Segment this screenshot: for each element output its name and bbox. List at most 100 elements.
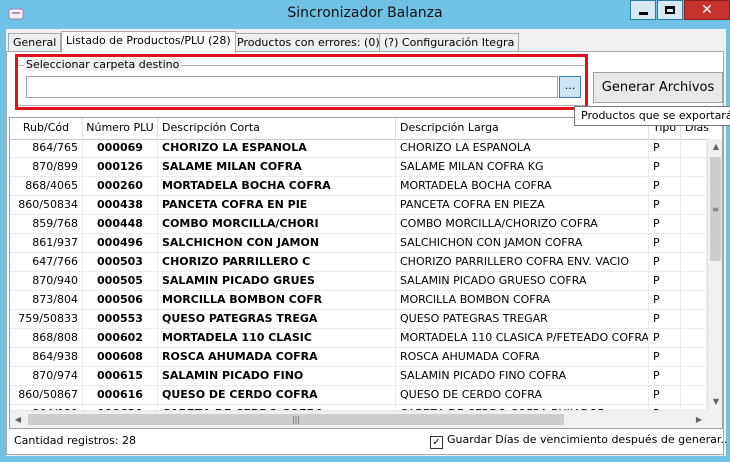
cell-tipo[interactable]: P <box>649 367 681 385</box>
generate-files-button[interactable]: Generar Archivos <box>593 72 723 103</box>
column-header-desc-corta[interactable]: Descripción Corta <box>158 118 396 139</box>
cell-tipo[interactable]: P <box>649 234 681 252</box>
tab-configuracion-itegra[interactable]: (?) Configuración Itegra <box>379 33 520 51</box>
scroll-down-icon[interactable]: ▼ <box>708 394 722 410</box>
cell-plu[interactable]: 000553 <box>83 310 158 328</box>
cell-desc-corta[interactable]: SALAMIN PICADO GRUES <box>158 272 396 290</box>
title-bar[interactable]: Sincronizador Balanza ✕ <box>0 0 730 28</box>
cell-dias[interactable] <box>681 196 707 214</box>
cell-dias[interactable] <box>681 253 707 271</box>
cell-rub[interactable]: 860/50834 <box>10 196 83 214</box>
tab-productos-errores[interactable]: Productos con errores: (0) <box>232 33 385 51</box>
table-row[interactable]: 870/899 000126 SALAME MILAN COFRA SALAME MI… <box>10 158 707 177</box>
cell-dias[interactable] <box>681 139 707 157</box>
scroll-up-icon[interactable]: ▲ <box>708 139 722 155</box>
cell-dias[interactable] <box>681 367 707 385</box>
cell-plu[interactable]: 000448 <box>83 215 158 233</box>
cell-desc-larga[interactable]: QUESO DE CERDO COFRA <box>396 386 649 404</box>
cell-desc-larga[interactable]: QUESO PATEGRAS TREGAR <box>396 310 649 328</box>
tab-general[interactable]: General <box>8 33 62 51</box>
cell-desc-corta[interactable]: SALCHICHON CON JAMON <box>158 234 396 252</box>
maximize-button[interactable] <box>657 0 683 20</box>
cell-desc-corta[interactable]: CHORIZO LA ESPANOLA <box>158 139 396 157</box>
cell-desc-larga[interactable]: SALAME MILAN COFRA KG <box>396 158 649 176</box>
vertical-scrollbar[interactable]: ▲ ≡ ▼ <box>707 139 722 410</box>
cell-tipo[interactable]: P <box>649 253 681 271</box>
table-row[interactable]: 860/50834 000438 PANCETA COFRA EN PIE PANCE… <box>10 196 707 215</box>
cell-desc-corta[interactable]: QUESO PATEGRAS TREGA <box>158 310 396 328</box>
table-row[interactable]: 868/808 000602 MORTADELA 110 CLASIC MORTADE… <box>10 329 707 348</box>
cell-tipo[interactable]: P <box>649 177 681 195</box>
table-row[interactable]: 647/766 000503 CHORIZO PARRILLERO C CHORIZO… <box>10 253 707 272</box>
minimize-button[interactable] <box>630 0 656 20</box>
cell-rub[interactable]: 870/899 <box>10 158 83 176</box>
cell-dias[interactable] <box>681 272 707 290</box>
cell-rub[interactable]: 859/768 <box>10 215 83 233</box>
cell-dias[interactable] <box>681 310 707 328</box>
cell-desc-corta[interactable]: SALAME MILAN COFRA <box>158 158 396 176</box>
table-row[interactable]: 860/50867 000616 QUESO DE CERDO COFRA QUESO… <box>10 386 707 405</box>
horizontal-scroll-thumb[interactable]: ||| <box>28 414 564 425</box>
cell-rub[interactable]: 647/766 <box>10 253 83 271</box>
destination-path-input[interactable] <box>26 76 558 98</box>
cell-desc-larga[interactable]: MORTADELA 110 CLASICA P/FETEADO COFRA <box>396 329 649 347</box>
cell-tipo[interactable]: P <box>649 348 681 366</box>
cell-dias[interactable] <box>681 348 707 366</box>
cell-desc-corta[interactable]: MORTADELA 110 CLASIC <box>158 329 396 347</box>
cell-desc-larga[interactable]: SALCHICHON CON JAMON COFRA <box>396 234 649 252</box>
table-row[interactable]: 864/938 000608 ROSCA AHUMADA COFRA ROSCA AH… <box>10 348 707 367</box>
cell-plu[interactable]: 000616 <box>83 386 158 404</box>
cell-desc-corta[interactable]: MORCILLA BOMBON COFR <box>158 291 396 309</box>
cell-tipo[interactable]: P <box>649 329 681 347</box>
cell-desc-larga[interactable]: CHORIZO PARRILLERO COFRA ENV. VACIO <box>396 253 649 271</box>
save-expiry-checkbox[interactable]: ✓ <box>430 436 443 449</box>
scroll-left-icon[interactable]: ◀ <box>10 411 26 428</box>
vertical-scroll-thumb[interactable]: ≡ <box>710 157 721 261</box>
cell-rub[interactable]: 870/940 <box>10 272 83 290</box>
cell-rub[interactable]: 868/808 <box>10 329 83 347</box>
cell-plu[interactable]: 000602 <box>83 329 158 347</box>
cell-tipo[interactable]: P <box>649 272 681 290</box>
cell-plu[interactable]: 000438 <box>83 196 158 214</box>
cell-dias[interactable] <box>681 215 707 233</box>
table-row[interactable]: 864/765 000069 CHORIZO LA ESPANOLA CHORIZO … <box>10 139 707 158</box>
cell-plu[interactable]: 000069 <box>83 139 158 157</box>
cell-dias[interactable] <box>681 329 707 347</box>
cell-rub[interactable]: 861/937 <box>10 234 83 252</box>
products-grid[interactable]: Rub/Cód Número PLU Descripción Corta Des… <box>9 117 723 429</box>
cell-desc-larga[interactable]: SALAMIN PICADO FINO COFRA <box>396 367 649 385</box>
cell-rub[interactable]: 864/938 <box>10 348 83 366</box>
cell-tipo[interactable]: P <box>649 310 681 328</box>
cell-dias[interactable] <box>681 386 707 404</box>
cell-desc-larga[interactable]: MORTADELA BOCHA COFRA <box>396 177 649 195</box>
cell-desc-larga[interactable]: PANCETA COFRA EN PIEZA <box>396 196 649 214</box>
cell-desc-corta[interactable]: ROSCA AHUMADA COFRA <box>158 348 396 366</box>
cell-rub[interactable]: 870/974 <box>10 367 83 385</box>
cell-rub[interactable]: 868/4065 <box>10 177 83 195</box>
cell-desc-corta[interactable]: PANCETA COFRA EN PIE <box>158 196 396 214</box>
cell-dias[interactable] <box>681 158 707 176</box>
cell-desc-corta[interactable]: COMBO MORCILLA/CHORI <box>158 215 396 233</box>
cell-plu[interactable]: 000608 <box>83 348 158 366</box>
cell-rub[interactable]: 860/50867 <box>10 386 83 404</box>
cell-dias[interactable] <box>681 177 707 195</box>
cell-desc-corta[interactable]: MORTADELA BOCHA COFRA <box>158 177 396 195</box>
tab-listado-productos[interactable]: Listado de Productos/PLU (28) <box>61 31 236 53</box>
table-row[interactable]: 868/4065 000260 MORTADELA BOCHA COFRA MORTA… <box>10 177 707 196</box>
table-row[interactable]: 873/804 000506 MORCILLA BOMBON COFR MORCILL… <box>10 291 707 310</box>
cell-rub[interactable]: 864/765 <box>10 139 83 157</box>
cell-dias[interactable] <box>681 234 707 252</box>
cell-dias[interactable] <box>681 291 707 309</box>
cell-desc-larga[interactable]: COMBO MORCILLA/CHORIZO COFRA <box>396 215 649 233</box>
cell-tipo[interactable]: P <box>649 158 681 176</box>
cell-plu[interactable]: 000503 <box>83 253 158 271</box>
cell-tipo[interactable]: P <box>649 196 681 214</box>
table-row[interactable]: 870/974 000615 SALAMIN PICADO FINO SALAMIN … <box>10 367 707 386</box>
scroll-right-icon[interactable]: ▶ <box>691 411 707 428</box>
cell-plu[interactable]: 000260 <box>83 177 158 195</box>
cell-tipo[interactable]: P <box>649 386 681 404</box>
cell-plu[interactable]: 000505 <box>83 272 158 290</box>
cell-desc-corta[interactable]: SALAMIN PICADO FINO <box>158 367 396 385</box>
cell-plu[interactable]: 000126 <box>83 158 158 176</box>
browse-folder-button[interactable]: ... <box>559 76 581 98</box>
